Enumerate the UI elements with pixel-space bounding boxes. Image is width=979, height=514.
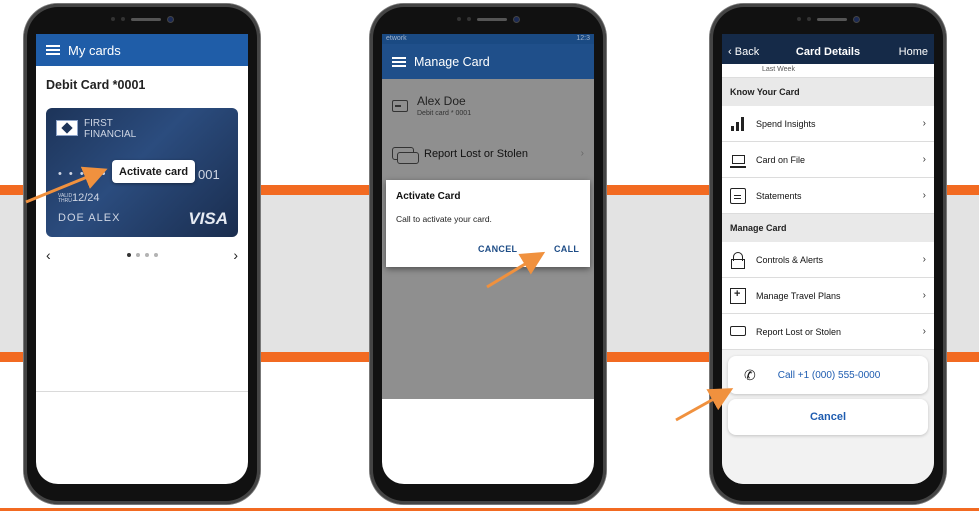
app-bar-title: Manage Card [414, 54, 490, 69]
menu-icon[interactable] [392, 56, 406, 67]
home-button[interactable]: Home [899, 46, 928, 58]
card-expiry: 12/24 [72, 192, 100, 204]
phone-icon: ✆ [744, 366, 756, 383]
menu-icon[interactable] [46, 45, 60, 55]
app-bar: Manage Card [382, 44, 594, 79]
chat-icon [392, 147, 419, 164]
list-item-controls-alerts[interactable]: Controls & Alerts › [722, 242, 934, 278]
last-week-label: Last Week [722, 64, 934, 78]
card-owner: Alex Doe Debit card * 0001 [392, 94, 471, 117]
card-icon [392, 100, 408, 112]
list-item-report-lost[interactable]: Report Lost or Stolen › [722, 314, 934, 350]
phone-notch [443, 14, 533, 24]
phone-card-details: ‹ Back Card Details Home Last Week Know … [710, 4, 946, 504]
bottom-area [36, 391, 248, 484]
calendar-plus-icon [730, 287, 746, 304]
next-card-icon[interactable]: › [233, 247, 238, 263]
dialog-cancel-button[interactable]: CANCEL [478, 244, 517, 254]
phone-notch [97, 14, 187, 24]
screen-card-details: ‹ Back Card Details Home Last Week Know … [722, 34, 934, 484]
list-item-label: Spend Insights [756, 118, 816, 129]
section-know-your-card: Know Your Card [722, 78, 934, 106]
owner-name: Alex Doe [417, 94, 466, 108]
chevron-right-icon: › [922, 118, 926, 129]
lock-icon [730, 251, 746, 269]
prev-card-icon[interactable]: ‹ [46, 247, 51, 263]
chevron-right-icon: › [922, 290, 926, 301]
owner-card: Debit card * 0001 [417, 110, 472, 117]
chat-icon [730, 325, 746, 336]
list-item-label: Manage Travel Plans [756, 290, 841, 301]
debit-card[interactable]: FIRST FINANCIAL • • • • • 001 VALID THRU… [46, 108, 238, 237]
phone-manage-card: etwork 12:3 Manage Card Alex Doe Debit ca… [370, 4, 606, 504]
status-bar: etwork 12:3 [382, 34, 594, 44]
cart-icon [730, 152, 746, 168]
list-item-label: Card on File [756, 154, 806, 165]
call-action-button[interactable]: ✆ Call +1 (000) 555-0000 [728, 356, 928, 394]
list-item-card-on-file[interactable]: Card on File › [722, 142, 934, 178]
bank-name: FIRST FINANCIAL [84, 118, 137, 140]
card-heading: Debit Card *0001 [46, 78, 146, 92]
chevron-right-icon: › [922, 254, 926, 265]
list-item-label: Statements [756, 190, 802, 201]
orange-band-bottom [0, 508, 979, 511]
list-item-statements[interactable]: Statements › [722, 178, 934, 214]
document-icon [730, 187, 746, 204]
card-pager: ‹ › [36, 237, 248, 263]
card-number-masked: • • • • • [58, 168, 108, 180]
phone-notch [783, 14, 873, 24]
call-number-label: Call +1 (000) 555-0000 [777, 369, 881, 381]
screen-my-cards: My cards Debit Card *0001 FIRST FINANCIA… [36, 34, 248, 484]
chevron-right-icon: › [922, 190, 926, 201]
report-lost-row[interactable]: Report Lost or Stolen › [392, 147, 584, 164]
list-item-label: Controls & Alerts [756, 254, 824, 265]
visa-logo: VISA [188, 209, 228, 228]
bank-logo-icon [56, 120, 78, 136]
card-number-end: 001 [198, 167, 220, 182]
bar-chart-icon [730, 116, 746, 132]
dialog-title: Activate Card [396, 191, 461, 202]
chevron-right-icon: › [922, 154, 926, 165]
report-lost-label: Report Lost or Stolen [424, 147, 528, 160]
app-bar-title: My cards [68, 42, 121, 58]
screen-manage-card: etwork 12:3 Manage Card Alex Doe Debit ca… [382, 34, 594, 484]
action-sheet-cancel-button[interactable]: Cancel [728, 399, 928, 435]
app-bar: My cards [36, 34, 248, 66]
phone-my-cards: My cards Debit Card *0001 FIRST FINANCIA… [24, 4, 260, 504]
valid-thru-label: VALID THRU [58, 193, 73, 204]
list-item-spend-insights[interactable]: Spend Insights › [722, 106, 934, 142]
chevron-right-icon: › [580, 148, 584, 159]
dialog-message: Call to activate your card. [396, 214, 492, 224]
activate-card-button[interactable]: Activate card [112, 160, 196, 183]
activate-card-dialog: Activate Card Call to activate your card… [386, 180, 590, 267]
nav-bar: ‹ Back Card Details Home [722, 40, 934, 64]
section-manage-card: Manage Card [722, 214, 934, 242]
page-dots [126, 253, 158, 257]
chevron-right-icon: › [922, 326, 926, 337]
stage: My cards Debit Card *0001 FIRST FINANCIA… [0, 0, 979, 514]
dialog-call-button[interactable]: CALL [554, 244, 579, 254]
list-item-travel-plans[interactable]: Manage Travel Plans › [722, 278, 934, 314]
list-item-label: Report Lost or Stolen [756, 326, 842, 337]
card-holder: DOE ALEX [58, 212, 121, 224]
